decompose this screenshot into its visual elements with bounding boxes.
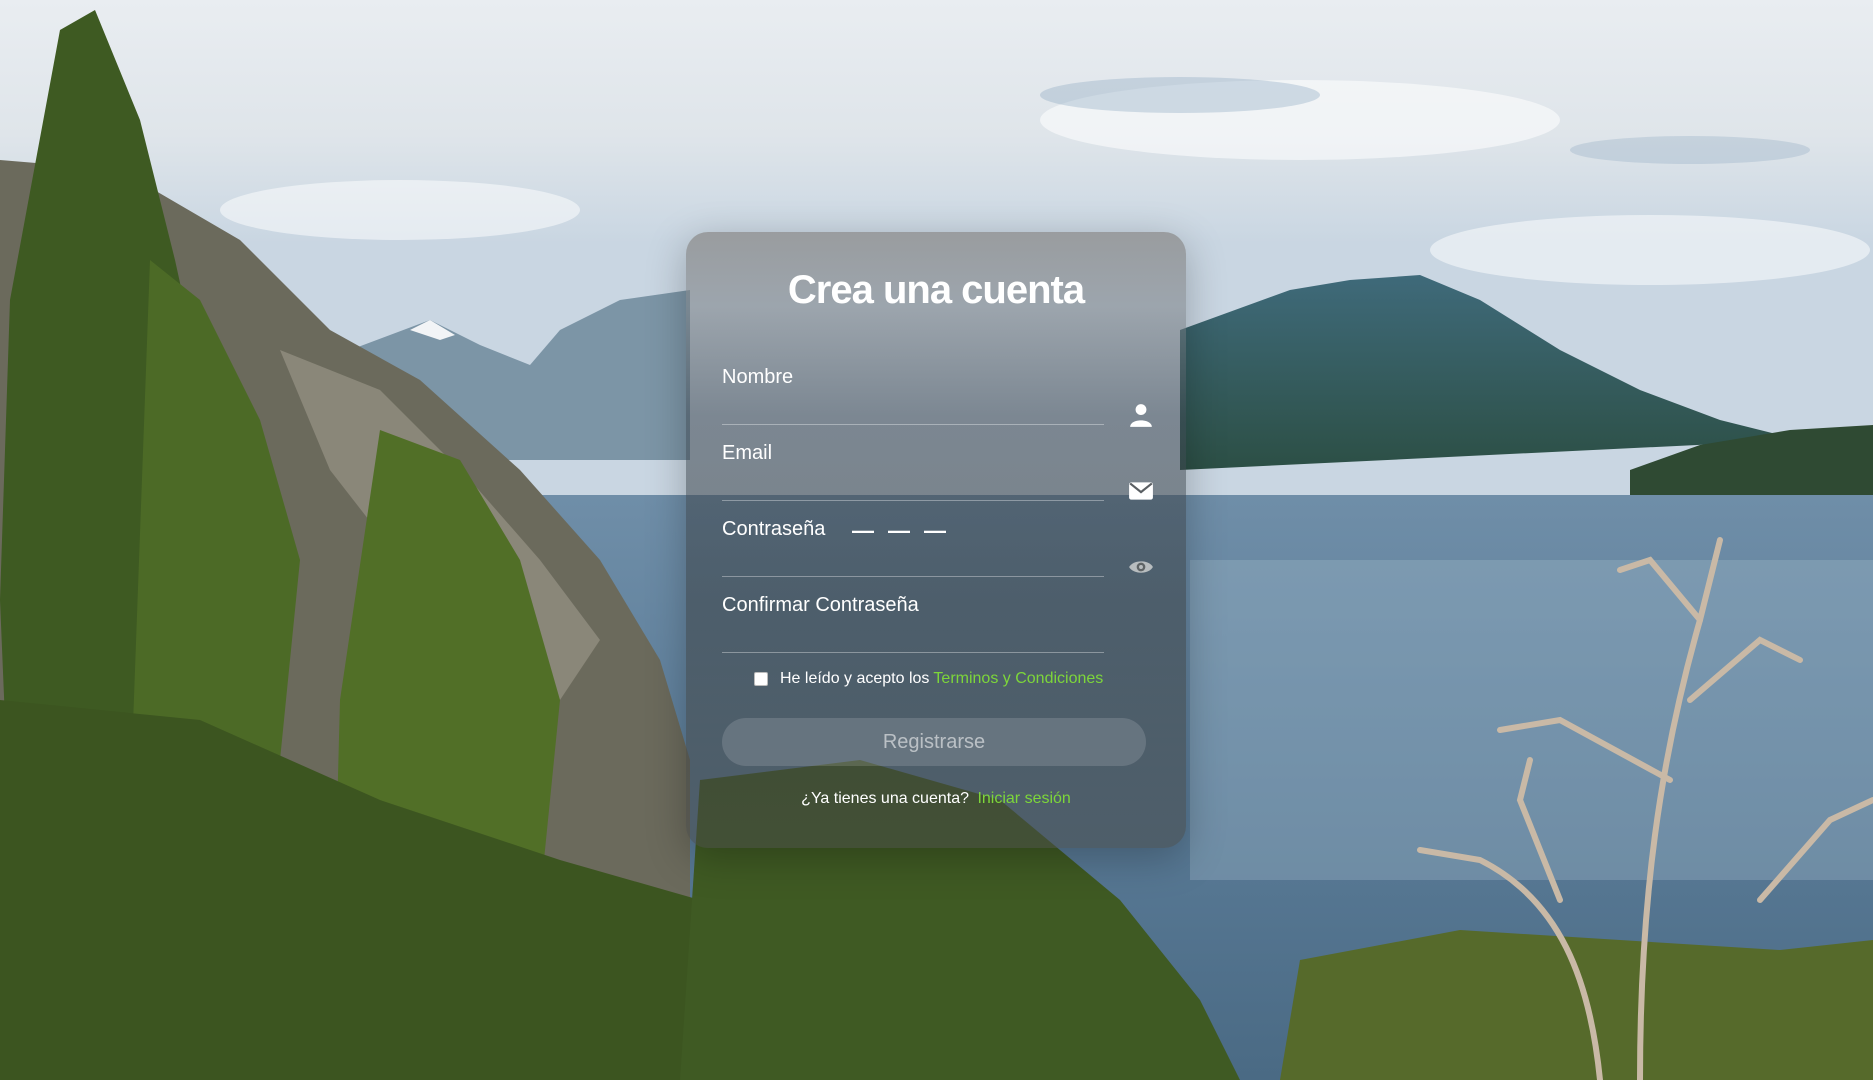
register-card: Crea una cuenta Nombre Email Contraseña … [686,232,1186,848]
terms-link[interactable]: Terminos y Condiciones [933,670,1103,688]
eye-icon[interactable] [1128,554,1154,580]
confirm-password-field[interactable]: Confirmar Contraseña [722,578,1104,653]
confirm-password-input[interactable] [722,578,1104,652]
name-input[interactable] [722,350,1104,424]
password-field[interactable]: Contraseña ——— [722,502,1104,577]
terms-row: He leído y acepto los Terminos y Condici… [754,670,1103,688]
terms-text: He leído y acepto los [780,670,930,687]
name-field[interactable]: Nombre [722,350,1104,425]
terms-checkbox[interactable] [754,672,768,686]
email-field[interactable]: Email [722,426,1104,501]
user-icon [1128,402,1154,428]
login-prompt-text: ¿Ya tienes una cuenta? [801,790,969,807]
login-prompt: ¿Ya tienes una cuenta? Iniciar sesión [686,790,1186,808]
email-input[interactable] [722,426,1104,500]
password-input[interactable] [722,502,1104,576]
register-button[interactable]: Registrarse [722,718,1146,766]
envelope-icon [1128,478,1154,504]
page-title: Crea una cuenta [787,268,1085,312]
login-link[interactable]: Iniciar sesión [977,790,1070,807]
